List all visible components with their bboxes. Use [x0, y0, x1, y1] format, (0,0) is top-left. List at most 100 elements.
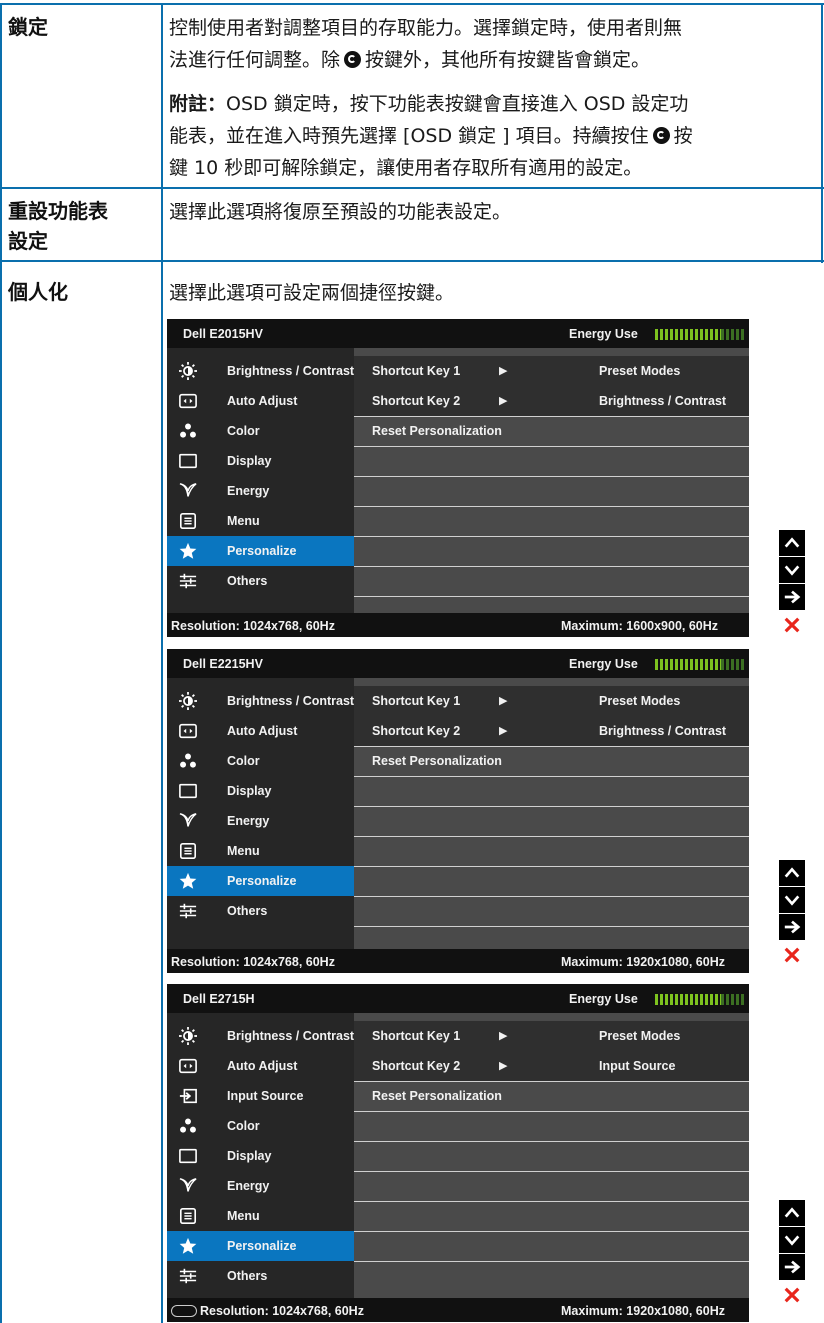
submenu-arrow-icon: ▶: [499, 695, 508, 707]
up-button[interactable]: [779, 1200, 805, 1226]
table-border-row2: [0, 260, 824, 262]
osd-menu-item-brightness[interactable]: Brightness / Contrast: [167, 686, 354, 716]
exit-button[interactable]: [779, 942, 805, 968]
submenu-arrow-icon: ▶: [499, 725, 508, 737]
osd-submenu-row: [354, 446, 749, 477]
up-button[interactable]: [779, 530, 805, 556]
osd-submenu-row: [354, 1141, 749, 1172]
osd-submenu-row[interactable]: Shortcut Key 1 ▶ Preset Modes: [354, 686, 749, 717]
osd-menu-item-color[interactable]: Color: [167, 746, 354, 776]
shortcut-key-2-value: Input Source: [599, 1059, 676, 1073]
osd-footer: Resolution: 1024x768, 60Hz Maximum: 1920x…: [167, 949, 749, 973]
osd-menu-item-personalize[interactable]: Personalize: [167, 1231, 354, 1261]
up-button[interactable]: [779, 860, 805, 886]
lock-title: 鎖定: [8, 15, 48, 39]
osd-menu-item-input-source[interactable]: Input Source: [167, 1081, 354, 1111]
osd-submenu: Shortcut Key 1 ▶ Preset Modes Shortcut Key …: [354, 348, 749, 613]
auto-adjust-icon: [179, 1057, 197, 1075]
osd-menu-item-display[interactable]: Display: [167, 776, 354, 806]
resolution-info: Resolution: 1024x768, 60Hz: [171, 955, 335, 969]
osd-submenu-row[interactable]: Shortcut Key 2 ▶ Input Source: [354, 1051, 749, 1082]
energy-icon: [179, 1177, 197, 1195]
osd-submenu-row: [354, 566, 749, 597]
exit-button[interactable]: [779, 1282, 805, 1308]
maximum-resolution: Maximum: 1920x1080, 60Hz: [561, 1304, 725, 1318]
osd-menu-item-brightness[interactable]: Brightness / Contrast: [167, 1021, 354, 1051]
shortcut-key-1-value: Preset Modes: [599, 364, 681, 378]
osd-menu-item-energy[interactable]: Energy: [167, 476, 354, 506]
osd-menu-item-label: Auto Adjust: [227, 394, 298, 408]
others-icon: [179, 572, 197, 590]
osd-submenu-row[interactable]: Reset Personalization: [354, 416, 749, 447]
down-arrow-icon: [783, 1231, 801, 1249]
display-icon: [179, 452, 197, 470]
reset-title-line-1: 重設功能表: [8, 199, 108, 223]
osd-submenu-row[interactable]: Shortcut Key 1 ▶ Preset Modes: [354, 356, 749, 387]
osd-menu-item-label: Brightness / Contrast: [227, 694, 355, 708]
exit-button[interactable]: [779, 612, 805, 638]
osd-menu-item-label: Brightness / Contrast: [227, 1029, 355, 1043]
shortcut-key-1-label: Shortcut Key 1: [372, 694, 461, 708]
down-button[interactable]: [779, 1227, 805, 1253]
osd-menu-item-color[interactable]: Color: [167, 416, 354, 446]
osd-sidebar: Brightness / Contrast Auto Adjust Color Dis…: [167, 348, 354, 613]
osd-menu-item-display[interactable]: Display: [167, 1141, 354, 1171]
osd-menu-item-label: Menu: [227, 844, 260, 858]
submenu-arrow-icon: ▶: [499, 395, 508, 407]
osd-menu-item-energy[interactable]: Energy: [167, 1171, 354, 1201]
osd-menu-item-others[interactable]: Others: [167, 1261, 354, 1291]
osd-footer: Resolution: 1024x768, 60Hz Maximum: 1920x…: [167, 1298, 749, 1322]
reset-personalization-label: Reset Personalization: [372, 424, 502, 438]
enter-button[interactable]: [779, 914, 805, 940]
enter-button[interactable]: [779, 584, 805, 610]
energy-use-meter: [655, 659, 745, 670]
color-icon: [179, 422, 197, 440]
down-button[interactable]: [779, 557, 805, 583]
maximum-resolution: Maximum: 1600x900, 60Hz: [561, 619, 719, 633]
note-text-a: OSD 鎖定時，按下功能表按鍵會直接進入 OSD 設定功: [226, 93, 689, 115]
osd-submenu-row[interactable]: Shortcut Key 2 ▶ Brightness / Contrast: [354, 386, 749, 417]
osd-menu-item-label: Others: [227, 904, 268, 918]
energy-icon: [179, 482, 197, 500]
resolution-info: Resolution: 1024x768, 60Hz: [171, 1304, 364, 1318]
osd-menu-item-display[interactable]: Display: [167, 446, 354, 476]
down-arrow-icon: [783, 891, 801, 909]
monitor-model: Dell E2215HV: [183, 657, 263, 671]
osd-submenu-row: [354, 896, 749, 927]
down-button[interactable]: [779, 887, 805, 913]
osd-menu-item-menu[interactable]: Menu: [167, 836, 354, 866]
osd-submenu-row[interactable]: Shortcut Key 2 ▶ Brightness / Contrast: [354, 716, 749, 747]
osd-menu-item-others[interactable]: Others: [167, 896, 354, 926]
reset-title-line-2: 設定: [8, 229, 48, 253]
osd-header: Dell E2215HV Energy Use: [167, 649, 749, 678]
osd-footer: Resolution: 1024x768, 60Hz Maximum: 1600x…: [167, 613, 749, 637]
osd-menu-item-label: Auto Adjust: [227, 724, 298, 738]
osd-menu-item-brightness[interactable]: Brightness / Contrast: [167, 356, 354, 386]
osd-submenu-row: [354, 1231, 749, 1262]
enter-button[interactable]: [779, 1254, 805, 1280]
osd-menu-item-auto-adjust[interactable]: Auto Adjust: [167, 386, 354, 416]
osd-submenu-row: [354, 1201, 749, 1232]
osd-menu-item-personalize[interactable]: Personalize: [167, 536, 354, 566]
osd-menu-item-auto-adjust[interactable]: Auto Adjust: [167, 716, 354, 746]
osd-submenu-row[interactable]: Reset Personalization: [354, 746, 749, 777]
osd-header: Dell E2715H Energy Use: [167, 984, 749, 1013]
osd-menu-item-label: Display: [227, 784, 272, 798]
lock-desc-line-2: 法進行任何調整。除 按鍵外，其他所有按鍵皆會鎖定。: [169, 44, 819, 76]
osd-submenu-row[interactable]: Shortcut Key 1 ▶ Preset Modes: [354, 1021, 749, 1052]
shortcut-key-2-label: Shortcut Key 2: [372, 394, 461, 408]
osd-sidebar: Brightness / Contrast Auto Adjust Input So…: [167, 1013, 354, 1298]
osd-submenu-row: [354, 806, 749, 837]
osd-menu-item-color[interactable]: Color: [167, 1111, 354, 1141]
osd-menu-item-menu[interactable]: Menu: [167, 1201, 354, 1231]
osd-menu-item-auto-adjust[interactable]: Auto Adjust: [167, 1051, 354, 1081]
lock-note: 附註：OSD 鎖定時，按下功能表按鍵會直接進入 OSD 設定功 能表，並在進入時…: [169, 88, 819, 184]
osd-menu-item-others[interactable]: Others: [167, 566, 354, 596]
reset-personalization-label: Reset Personalization: [372, 1089, 502, 1103]
submenu-arrow-icon: ▶: [499, 1030, 508, 1042]
osd-menu-item-menu[interactable]: Menu: [167, 506, 354, 536]
osd-menu-item-personalize[interactable]: Personalize: [167, 866, 354, 896]
osd-menu-item-energy[interactable]: Energy: [167, 806, 354, 836]
osd-submenu-row[interactable]: Reset Personalization: [354, 1081, 749, 1112]
shortcut-key-1-value: Preset Modes: [599, 694, 681, 708]
